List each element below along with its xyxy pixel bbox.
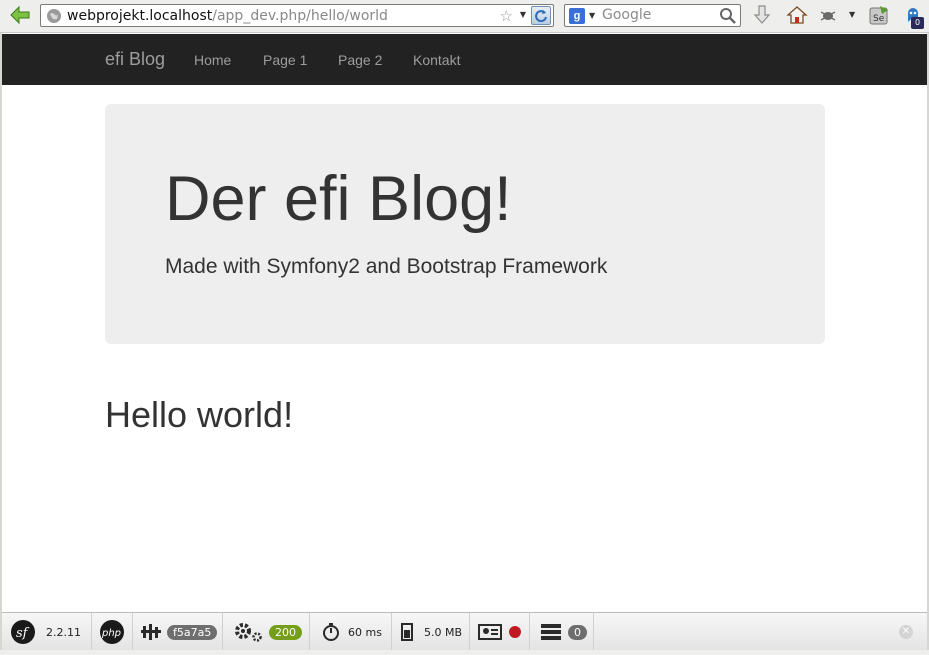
memory-usage: 5.0 MB [424,625,463,639]
ghostery-count-badge: 0 [911,17,924,29]
sf-config-block[interactable]: 200 [223,613,310,651]
status-code-badge: 200 [269,624,302,640]
window-bottom-edge [0,650,929,655]
address-bar[interactable]: webprojekt.localhost/app_dev.php/hello/w… [40,4,554,27]
nav-link-kontakt[interactable]: Kontakt [413,52,460,68]
close-toolbar-icon[interactable]: ✕ [899,625,913,639]
download-arrow-icon [753,5,771,24]
home-button[interactable] [786,4,808,26]
downloads-button[interactable] [751,4,773,26]
sf-memory-block[interactable]: 5.0 MB [392,613,470,651]
stopwatch-icon [323,623,339,641]
request-controller-icon [141,624,161,640]
nav-link-home[interactable]: Home [194,52,231,68]
user-card-icon [478,624,502,640]
selenium-button[interactable]: Se [868,4,890,26]
nav-link-page-2[interactable]: Page 2 [338,52,382,68]
symfony-debug-toolbar: sf 2.2.11 php f5a7a5 200 60 ms 5.0 MB 0 … [2,612,927,651]
jumbotron: Der efi Blog! Made with Symfony2 and Boo… [105,104,825,344]
google-engine-icon[interactable]: g [569,8,585,24]
memory-icon [401,623,413,641]
db-query-count: 0 [568,624,587,640]
sf-security-block[interactable] [470,613,530,651]
history-dropdown-icon[interactable]: ▼ [520,10,526,19]
selenium-icon: Se [869,6,888,25]
reload-icon [535,9,547,22]
search-placeholder: Google [602,7,652,23]
url-host: webprojekt.localhost [67,7,213,24]
page-heading: Hello world! [105,394,294,435]
url-path: /app_dev.php/hello/world [212,7,388,24]
jumbotron-lead: Made with Symfony2 and Bootstrap Framewo… [165,255,608,278]
gears-icon [235,623,262,642]
auth-status-dot-icon [509,626,521,638]
symfony-logo-icon: sf [11,620,35,644]
firebug-button[interactable] [817,4,839,26]
search-icon[interactable] [719,7,737,25]
php-logo-icon: php [100,620,124,644]
sf-php-block[interactable]: php [92,613,133,651]
svg-text:Se: Se [873,14,885,24]
sf-timer-block[interactable]: 60 ms [310,613,392,651]
back-arrow-icon [10,5,30,25]
firebug-dropdown-icon[interactable]: ▼ [849,10,855,19]
svg-text:php: php [101,628,121,639]
symfony-version: 2.2.11 [46,625,81,639]
reload-button[interactable] [531,6,551,25]
sf-request-block[interactable]: f5a7a5 [133,613,223,651]
web-page: efi Blog Home Page 1 Page 2 Kontakt Der … [2,34,927,612]
engine-dropdown-icon[interactable]: ▼ [589,11,595,20]
browser-toolbar: webprojekt.localhost/app_dev.php/hello/w… [0,0,929,33]
sf-version-block[interactable]: sf 2.2.11 [2,613,92,651]
navbar-brand[interactable]: efi Blog [105,49,165,70]
navbar: efi Blog Home Page 1 Page 2 Kontakt [2,34,927,85]
bookmark-star-icon[interactable]: ☆ [500,7,513,25]
request-time: 60 ms [348,625,382,639]
globe-icon [47,8,61,23]
sf-db-block[interactable]: 0 [530,613,594,651]
bug-icon [820,11,836,21]
home-icon [786,6,808,24]
nav-link-page-1[interactable]: Page 1 [263,52,307,68]
search-field[interactable]: g ▼ Google [564,4,741,27]
jumbotron-title: Der efi Blog! [165,164,512,234]
back-button[interactable] [8,4,32,26]
request-token: f5a7a5 [167,624,218,640]
database-icon [541,624,561,640]
